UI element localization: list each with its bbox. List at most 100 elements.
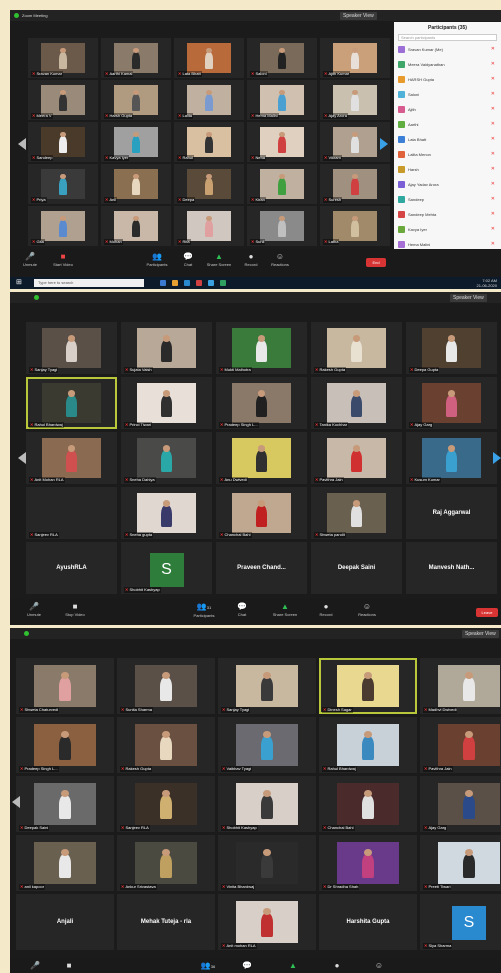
file-explorer-icon[interactable] (172, 280, 178, 286)
video-tile-raj-aggarwal[interactable]: Raj Aggarwal (406, 487, 497, 539)
video-tile-lalita[interactable]: ✕ Lalita (174, 80, 244, 120)
participant-row[interactable]: Lata Bhatt ✕ (398, 134, 497, 145)
video-button[interactable]: ■ (62, 961, 76, 971)
video-tile-gita[interactable]: ✕ Gita (28, 206, 98, 246)
video-tile-ayushrla[interactable]: AyushRLA (26, 542, 117, 594)
video-tile-mehak-tuteja-rla[interactable]: Mehak Tuteja - rla (117, 894, 215, 950)
reactions-button[interactable]: ☺ Reactions (266, 252, 294, 267)
video-tile-mukti-malhotra[interactable]: ✕ Mukti Malhotra (216, 322, 307, 374)
video-tile-lata-bhatt[interactable]: ✕ Lata Bhatt (174, 38, 244, 78)
edge-icon[interactable] (184, 280, 190, 286)
video-tile-ajay-garg[interactable]: ✕ Ajay Garg (420, 776, 501, 832)
participant-row[interactable]: HARSH Gupta ✕ (398, 74, 497, 85)
participants-button[interactable]: 👥31 Participants (188, 602, 220, 618)
video-tile-rahul[interactable]: ✕ Rahul (174, 122, 244, 162)
chat-button[interactable]: 💬 Chat (178, 252, 198, 267)
participants-button[interactable]: 👥36 (196, 961, 220, 972)
record-button[interactable]: ● Record (315, 602, 337, 617)
video-tile-tanika-kochhar[interactable]: ✕ Tanika Kochhar (311, 377, 402, 429)
video-tile-manvesh-nath[interactable]: Manvesh Nath... (406, 542, 497, 594)
video-tile-kusum-kumar[interactable]: ✕ Kusum Kumar (406, 432, 497, 484)
video-tile-sandeep[interactable]: ✕ Sandeep (28, 122, 98, 162)
video-tile-siya-sharma[interactable]: S ✕ Siya Sharma (420, 894, 501, 950)
video-tile-ajith-kumar[interactable]: ✕ Ajith Kumar (320, 38, 390, 78)
unmute-button[interactable]: 🎤 (28, 961, 42, 971)
video-tile-aarthi-kamal[interactable]: ✕ Aarthi Kamal (101, 38, 171, 78)
video-tile-sneha-gupta[interactable]: ✕ Sneha gupta (121, 487, 212, 539)
participant-row[interactable]: Aarthi ✕ (398, 119, 497, 130)
chat-button[interactable]: 💬 Chat (232, 602, 252, 617)
video-tile-rakesh-gupta[interactable]: ✕ Rakesh Gupta (117, 717, 215, 773)
video-tile-shobhit-kashyap[interactable]: ✕ Shobhit Kashyap (218, 776, 316, 832)
video-tile-anu-dwivedi[interactable]: ✕ Anu Dwivedi (216, 432, 307, 484)
video-tile-anit-mohan-rla[interactable]: ✕ Anit Mohan RLA (26, 432, 117, 484)
unmute-button[interactable]: 🎤 Unmute (18, 252, 42, 267)
video-tile-deepa[interactable]: ✕ Deepa (174, 164, 244, 204)
leave-button[interactable]: Leave (476, 608, 498, 617)
video-tile-latha[interactable]: ✕ Latha (320, 206, 390, 246)
video-tile-chanchal-bahl[interactable]: ✕ Chanchal Bahl (319, 776, 417, 832)
record-button[interactable]: ● Record (240, 252, 262, 267)
video-tile-dr-shradha-shah[interactable]: ✕ Dr Shradha Shah (319, 835, 417, 891)
video-tile-dinesh-sagar[interactable]: ✕ Dinesh Sagar (319, 658, 417, 714)
video-tile-rita[interactable]: ✕ Rita (174, 206, 244, 246)
end-button[interactable]: End (366, 258, 386, 267)
chrome-icon[interactable] (196, 280, 202, 286)
share-screen-button[interactable]: ▲ Share Screen (204, 252, 234, 267)
video-tile-ajay-garg[interactable]: ✕ Ajay Garg (406, 377, 497, 429)
video-tile-sunita-sharma[interactable]: ✕ Sunita Sharma (117, 658, 215, 714)
windows-start-icon[interactable]: ⊞ (16, 279, 22, 287)
video-tile-suresh[interactable]: ✕ Suresh (320, 164, 390, 204)
video-tile-deepa-gupta[interactable]: ✕ Deepa Gupta (406, 322, 497, 374)
unmute-button[interactable]: 🎤 Unmute (22, 602, 46, 617)
video-tile-princi-tiwari[interactable]: ✕ Princi Tiwari (121, 377, 212, 429)
video-tile-shobhit-kashyap[interactable]: S ✕ Shobhit Kashyap (121, 542, 212, 594)
task-view-icon[interactable] (160, 280, 166, 286)
speaker-view-button[interactable]: Speaker View (340, 12, 377, 20)
participant-row[interactable]: Meera Vaidyanathan ✕ (398, 59, 497, 70)
video-tile-rahul-bhardwaj[interactable]: ✕ Rahul Bhardwaj (26, 377, 117, 429)
video-tile-sanjeev-rla[interactable]: ✕ Sanjeev RLA (117, 776, 215, 832)
participant-row[interactable]: Harsh ✕ (398, 164, 497, 175)
video-tile-shweta-pandit[interactable]: ✕ Shweta pandit (311, 487, 402, 539)
participant-row[interactable]: Lalita Menon ✕ (398, 149, 497, 160)
video-tile-deepak-saini[interactable]: ✕ Deepak Saini (16, 776, 114, 832)
video-tile-sanjay-tyagi[interactable]: ✕ Sanjay Tyagi (26, 322, 117, 374)
video-tile-praveen-chand[interactable]: Praveen Chand... (216, 542, 307, 594)
video-tile-sravan-kumar[interactable]: ✕ Sravan Kumar (28, 38, 98, 78)
video-tile-anjali[interactable]: Anjali (16, 894, 114, 950)
video-tile-sneha-dahiya[interactable]: ✕ Sneha Dahiya (121, 432, 212, 484)
video-tile-kavya-iyer[interactable]: ✕ Kavya Iyer (101, 122, 171, 162)
participant-row[interactable]: Saloni ✕ (398, 89, 497, 100)
video-tile-harshita-gupta[interactable]: Harshita Gupta (319, 894, 417, 950)
participant-row[interactable]: Ajay Yadav Arora ✕ (398, 179, 497, 190)
share-screen-button[interactable]: ▲ (286, 961, 300, 971)
app-icon[interactable] (220, 280, 226, 286)
speaker-view-button[interactable]: Speaker View (462, 630, 499, 638)
participant-row[interactable]: Ajith ✕ (398, 104, 497, 115)
video-tile-pradeep-singh-l[interactable]: ✕ Pradeep Singh L... (216, 377, 307, 429)
video-tile-anil-kapoor[interactable]: ✕ anil kapoor (16, 835, 114, 891)
prev-page-arrow-icon[interactable] (18, 138, 26, 150)
video-tile-ankur-srivastava[interactable]: ✕ Ankur Srivastava (117, 835, 215, 891)
video-tile-rahul-bhardwaj[interactable]: ✕ Rahul Bhardwaj (319, 717, 417, 773)
participant-row[interactable]: Sravan Kumar (Me) ✕ (398, 44, 497, 55)
reactions-button[interactable]: ☺ (372, 961, 386, 971)
video-tile-chanchal-bahl[interactable]: ✕ Chanchal Bahl (216, 487, 307, 539)
share-screen-button[interactable]: ▲ Share Screen (270, 602, 300, 617)
video-tile-kiran[interactable]: ✕ Kiran (247, 164, 317, 204)
participant-row[interactable]: Kavya Iyer ✕ (398, 224, 497, 235)
reactions-button[interactable]: ☺ Reactions (353, 602, 381, 617)
video-tile-saloni[interactable]: ✕ Saloni (247, 38, 317, 78)
video-tile-pavithra-jain[interactable]: ✕ Pavithra Jain (420, 717, 501, 773)
video-tile-vinita-bhardwaj[interactable]: ✕ Vinita Bhardwaj (218, 835, 316, 891)
video-tile-meera-v[interactable]: ✕ Meera V (28, 80, 98, 120)
video-tile-sanjeev-rla[interactable]: ✕ Sanjeev RLA (26, 487, 117, 539)
video-tile-sunil[interactable]: ✕ Sunil (247, 206, 317, 246)
video-tile-preeti-tiwari[interactable]: ✕ Preeti Tiwari (420, 835, 501, 891)
video-tile-deepak-saini[interactable]: Deepak Saini (311, 542, 402, 594)
participant-search-input[interactable]: Search participants (398, 34, 497, 41)
zoom-app-icon[interactable] (208, 280, 214, 286)
video-tile-anit-mohan-rla[interactable]: ✕ Anit mohan RLA (218, 894, 316, 950)
video-tile-priya[interactable]: ✕ Priya (28, 164, 98, 204)
